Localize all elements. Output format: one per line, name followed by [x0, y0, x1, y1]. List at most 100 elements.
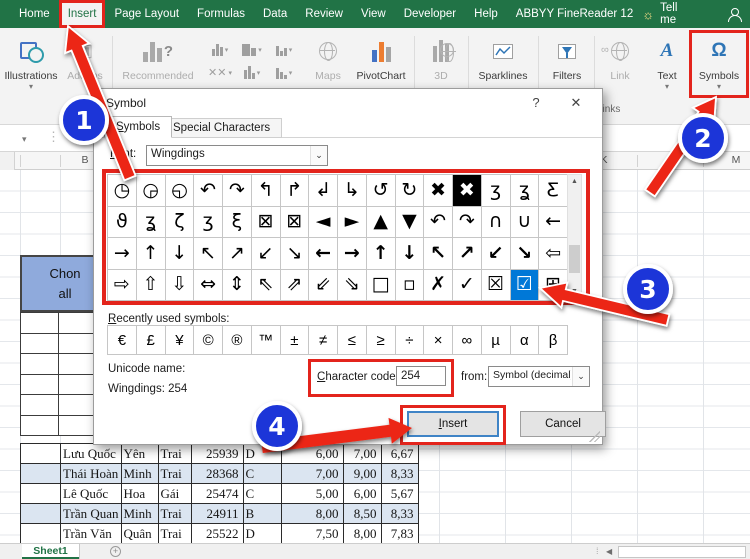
symbol-cell[interactable]: ↶ — [193, 174, 223, 207]
cell[interactable] — [20, 443, 61, 464]
symbol-cell[interactable]: ↖ — [423, 237, 453, 270]
column-header-m[interactable]: M — [703, 154, 750, 166]
cell[interactable]: 5,67 — [380, 483, 419, 504]
symbol-cell[interactable]: ⇘ — [337, 268, 367, 301]
scrollbar-thumb[interactable] — [569, 245, 580, 273]
symbol-cell[interactable]: → — [337, 237, 367, 270]
recent-symbol-cell[interactable]: µ — [480, 325, 511, 355]
symbol-cell[interactable]: ↑ — [365, 237, 396, 270]
cell[interactable]: 25474 — [190, 483, 244, 504]
cell[interactable]: Lưu Quốc — [60, 443, 122, 464]
illustrations-button[interactable]: Illustrations ▾ — [2, 33, 60, 93]
symbol-cell[interactable]: ↺ — [365, 174, 396, 207]
recent-symbol-cell[interactable]: β — [538, 325, 568, 355]
cell[interactable]: Thái Hoàn — [60, 463, 122, 484]
column-chart-button[interactable]: ▾ — [204, 38, 236, 61]
symbol-cell[interactable]: ↑ — [135, 237, 166, 270]
line-chart-button[interactable]: ✕✕ ▾ — [204, 61, 236, 84]
cell[interactable]: 8,33 — [380, 463, 419, 484]
menu-tab-help[interactable]: Help — [465, 0, 507, 28]
cell[interactable]: 9,00 — [342, 463, 382, 484]
symbol-cell[interactable]: ⇖ — [250, 268, 281, 301]
scatter-chart-button[interactable]: ▾ — [268, 61, 300, 84]
symbol-cell[interactable]: ↲ — [308, 174, 338, 207]
cell[interactable] — [20, 353, 59, 375]
cell[interactable]: 25939 — [190, 443, 244, 464]
cancel-entry-icon[interactable]: ✕ — [68, 130, 79, 146]
insert-button[interactable]: Insert — [407, 411, 499, 437]
pivotchart-button[interactable]: PivotChart — [352, 33, 410, 83]
recent-symbol-cell[interactable]: € — [107, 325, 137, 355]
cell[interactable]: Trần Văn — [60, 523, 122, 544]
cell[interactable]: 6,00 — [280, 443, 344, 464]
menu-tab-review[interactable]: Review — [296, 0, 352, 28]
cell[interactable]: 7,50 — [280, 523, 344, 544]
symbol-cell[interactable]: ⇔ — [193, 268, 223, 301]
cell[interactable]: C — [242, 463, 282, 484]
scroll-left-icon[interactable]: ◀ — [606, 547, 612, 556]
symbol-cell[interactable]: ↖ — [193, 237, 223, 270]
symbol-cell[interactable]: Ƹ — [538, 174, 568, 207]
symbol-cell[interactable]: ↗ — [222, 237, 252, 270]
symbol-cell[interactable]: ⊞ — [538, 268, 568, 301]
recent-symbol-cell[interactable]: α — [509, 325, 540, 355]
menu-tab-developer[interactable]: Developer — [395, 0, 465, 28]
scroll-up-icon[interactable]: ▲ — [568, 175, 581, 189]
cell[interactable]: 8,33 — [380, 503, 419, 524]
symbol-cell[interactable]: ◄ — [308, 205, 338, 238]
select-all-corner[interactable] — [0, 152, 15, 170]
symbol-cell[interactable]: ʓ — [135, 205, 166, 238]
cell[interactable]: 6,67 — [380, 443, 419, 464]
cell[interactable]: Minh — [120, 463, 159, 484]
maps-button[interactable]: Maps — [306, 33, 350, 83]
symbol-cell[interactable]: ↻ — [394, 174, 425, 207]
scroll-down-icon[interactable]: ▼ — [568, 285, 581, 299]
symbol-cell[interactable]: ✗ — [423, 268, 453, 301]
cell[interactable] — [20, 332, 59, 354]
cell[interactable]: Trai — [157, 523, 192, 544]
symbol-cell[interactable]: ◶ — [135, 174, 166, 207]
cell[interactable]: Hoa — [120, 483, 159, 504]
menu-tab-home[interactable]: Home — [10, 0, 59, 28]
symbol-cell[interactable]: ↷ — [222, 174, 252, 207]
recent-symbol-cell[interactable]: ∞ — [452, 325, 482, 355]
new-sheet-button[interactable]: + — [110, 546, 121, 557]
recent-symbol-cell[interactable]: ≥ — [365, 325, 396, 355]
cell[interactable]: 7,00 — [280, 463, 344, 484]
filters-button[interactable]: Filters — [542, 33, 592, 83]
symbol-cell[interactable]: ⊠ — [250, 205, 281, 238]
symbol-cell[interactable]: ↘ — [279, 237, 310, 270]
bar-chart-button[interactable]: ▾ — [236, 38, 268, 61]
from-dropdown[interactable]: Symbol (decimal) ⌄ — [488, 366, 590, 387]
symbol-cell[interactable]: ← — [538, 205, 568, 238]
symbol-cell[interactable]: ↷ — [452, 205, 482, 238]
symbol-cell[interactable]: → — [107, 237, 137, 270]
symbol-cell[interactable]: ▲ — [365, 205, 396, 238]
cell[interactable]: 8,50 — [342, 503, 382, 524]
symbol-cell[interactable]: ▫ — [394, 268, 425, 301]
symbol-cell[interactable]: ▼ — [394, 205, 425, 238]
character-code-input[interactable]: 254 — [396, 366, 446, 386]
symbol-cell[interactable]: ʓ — [509, 174, 540, 207]
symbol-cell[interactable]: ↘ — [509, 237, 540, 270]
recent-symbol-cell[interactable]: ≤ — [337, 325, 367, 355]
cell[interactable]: 25522 — [190, 523, 244, 544]
symbol-cell[interactable]: ✖ — [423, 174, 453, 207]
cell[interactable] — [20, 312, 59, 334]
recent-symbol-cell[interactable]: × — [423, 325, 453, 355]
symbol-cell[interactable]: ↱ — [279, 174, 310, 207]
symbol-cell[interactable]: ʒ — [480, 174, 511, 207]
cell[interactable] — [20, 483, 61, 504]
symbol-cell[interactable]: ⇧ — [135, 268, 166, 301]
cell[interactable]: Lê Quốc — [60, 483, 122, 504]
cell[interactable]: Minh — [120, 503, 159, 524]
cell[interactable] — [20, 503, 61, 524]
symbol-cell[interactable]: ↶ — [423, 205, 453, 238]
symbol-cell[interactable]: ◵ — [164, 174, 195, 207]
cell[interactable]: Quân — [120, 523, 159, 544]
symbol-cell[interactable]: ✓ — [452, 268, 482, 301]
hierarchy-chart-button[interactable]: ▾ — [268, 38, 300, 61]
menu-tab-abbyy-finereader-12[interactable]: ABBYY FineReader 12 — [507, 0, 642, 28]
symbol-cell[interactable]: ✖ — [452, 174, 482, 207]
3d-map-button[interactable]: 3D — [418, 33, 464, 83]
